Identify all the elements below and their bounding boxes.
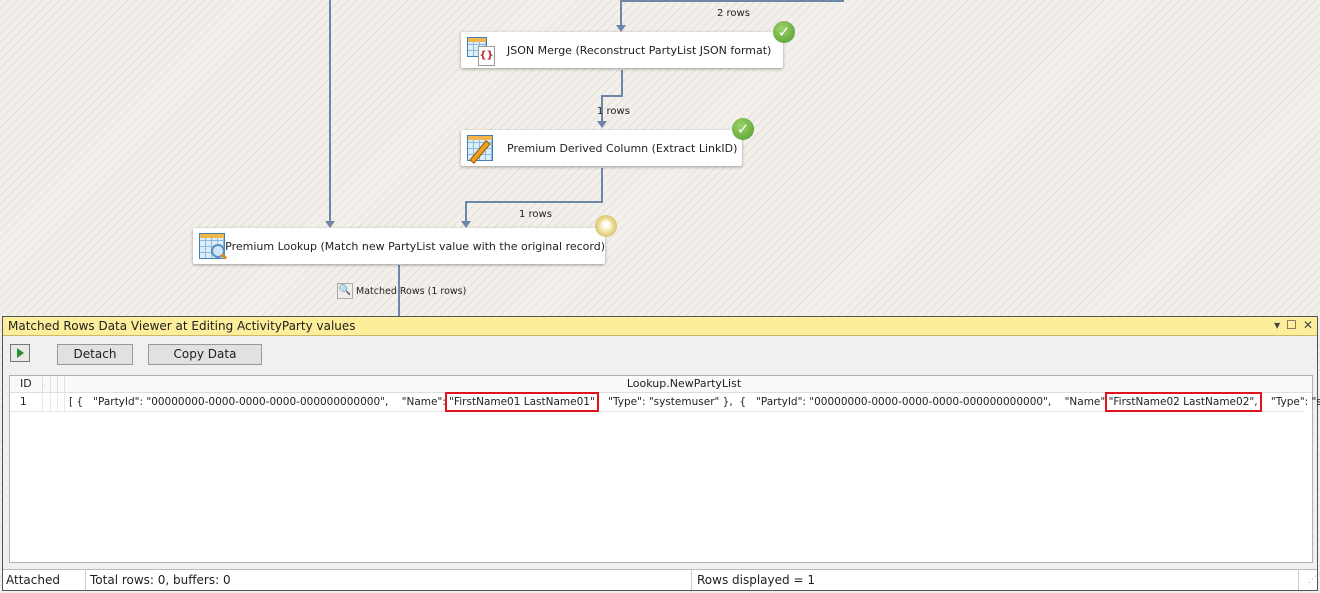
path-line[interactable]	[601, 168, 603, 202]
component-label: JSON Merge (Reconstruct PartyList JSON f…	[507, 43, 772, 57]
grid-header: ID . Lookup.NewPartyList	[10, 376, 1312, 393]
data-viewer-icon: 🔍	[337, 283, 353, 299]
maximize-icon[interactable]: ☐	[1286, 318, 1297, 332]
path-line[interactable]	[465, 201, 467, 221]
json-merge-icon: {}	[465, 35, 495, 66]
data-viewer-title: Matched Rows Data Viewer at Editing Acti…	[8, 319, 356, 333]
path-line[interactable]	[620, 0, 622, 26]
resize-grip[interactable]: ⋰	[1299, 570, 1317, 590]
derived-column-icon	[465, 133, 495, 164]
data-viewer-window: Matched Rows Data Viewer at Editing Acti…	[2, 316, 1320, 591]
name-value-highlighted: "FirstName02 LastName02",	[1104, 392, 1262, 412]
data-viewer-path-label[interactable]: 🔍 Matched Rows (1 rows)	[337, 283, 466, 299]
attach-state: Attached	[3, 570, 86, 590]
detach-button[interactable]: Detach	[57, 344, 133, 365]
path-line[interactable]	[601, 95, 623, 97]
cell-newpartylist[interactable]: [ { "PartyId": "00000000-0000-0000-0000-…	[64, 392, 1320, 412]
data-flow-canvas[interactable]: 2 rows 1 rows 1 rows {} JSON Merge (Reco…	[0, 0, 1320, 320]
total-rows-buffers: Total rows: 0, buffers: 0	[86, 570, 692, 590]
path-arrow	[616, 25, 626, 32]
success-check-icon: ✓	[773, 21, 795, 43]
json-segment: "Type": "systemuser" }]	[1270, 396, 1320, 408]
path-arrow	[597, 121, 607, 128]
path-line[interactable]	[329, 0, 331, 222]
path-arrow	[325, 221, 335, 228]
copy-data-button[interactable]: Copy Data	[148, 344, 262, 365]
data-grid[interactable]: ID . Lookup.NewPartyList 1 [ { "PartyId"…	[9, 375, 1320, 563]
name-value-highlighted: "FirstName01 LastName01"	[445, 392, 599, 412]
json-segment: "Type": "systemuser" }, { "PartyId": "00…	[594, 396, 1109, 408]
table-row[interactable]: 1 [ { "PartyId": "00000000-0000-0000-000…	[10, 392, 1320, 412]
data-viewer-toolbar: Detach Copy Data	[3, 336, 1317, 366]
data-viewer-titlebar[interactable]: Matched Rows Data Viewer at Editing Acti…	[3, 317, 1317, 336]
window-menu-dropdown-icon[interactable]: ▾	[1274, 318, 1280, 332]
path-row-count: 1 rows	[519, 209, 552, 220]
component-label: Premium Derived Column (Extract LinkID)	[507, 141, 738, 155]
cell-id[interactable]: 1	[10, 393, 43, 411]
column-header-newpartylist[interactable]: Lookup.NewPartyList	[64, 376, 1304, 392]
path-line[interactable]	[621, 70, 623, 96]
json-segment: [ { "PartyId": "00000000-0000-0000-0000-…	[69, 396, 450, 408]
derived-column-component[interactable]: Premium Derived Column (Extract LinkID)	[461, 130, 742, 166]
component-label: Premium Lookup (Match new PartyList valu…	[225, 239, 605, 253]
rows-displayed: Rows displayed = 1	[692, 570, 1299, 590]
path-row-count: 1 rows	[597, 106, 630, 117]
close-icon[interactable]: ✕	[1303, 318, 1313, 332]
column-header-id[interactable]: ID	[10, 376, 43, 392]
path-arrow	[461, 221, 471, 228]
continue-play-button[interactable]	[10, 344, 30, 362]
path-line[interactable]	[620, 0, 844, 2]
path-line[interactable]	[465, 201, 603, 203]
running-status-icon: ✺	[595, 215, 617, 237]
success-check-icon: ✓	[732, 118, 754, 140]
lookup-component[interactable]: Premium Lookup (Match new PartyList valu…	[193, 228, 605, 264]
status-bar: Attached Total rows: 0, buffers: 0 Rows …	[3, 569, 1317, 590]
path-row-count: 2 rows	[717, 8, 750, 19]
json-merge-component[interactable]: {} JSON Merge (Reconstruct PartyList JSO…	[461, 32, 783, 68]
lookup-icon	[197, 231, 228, 261]
